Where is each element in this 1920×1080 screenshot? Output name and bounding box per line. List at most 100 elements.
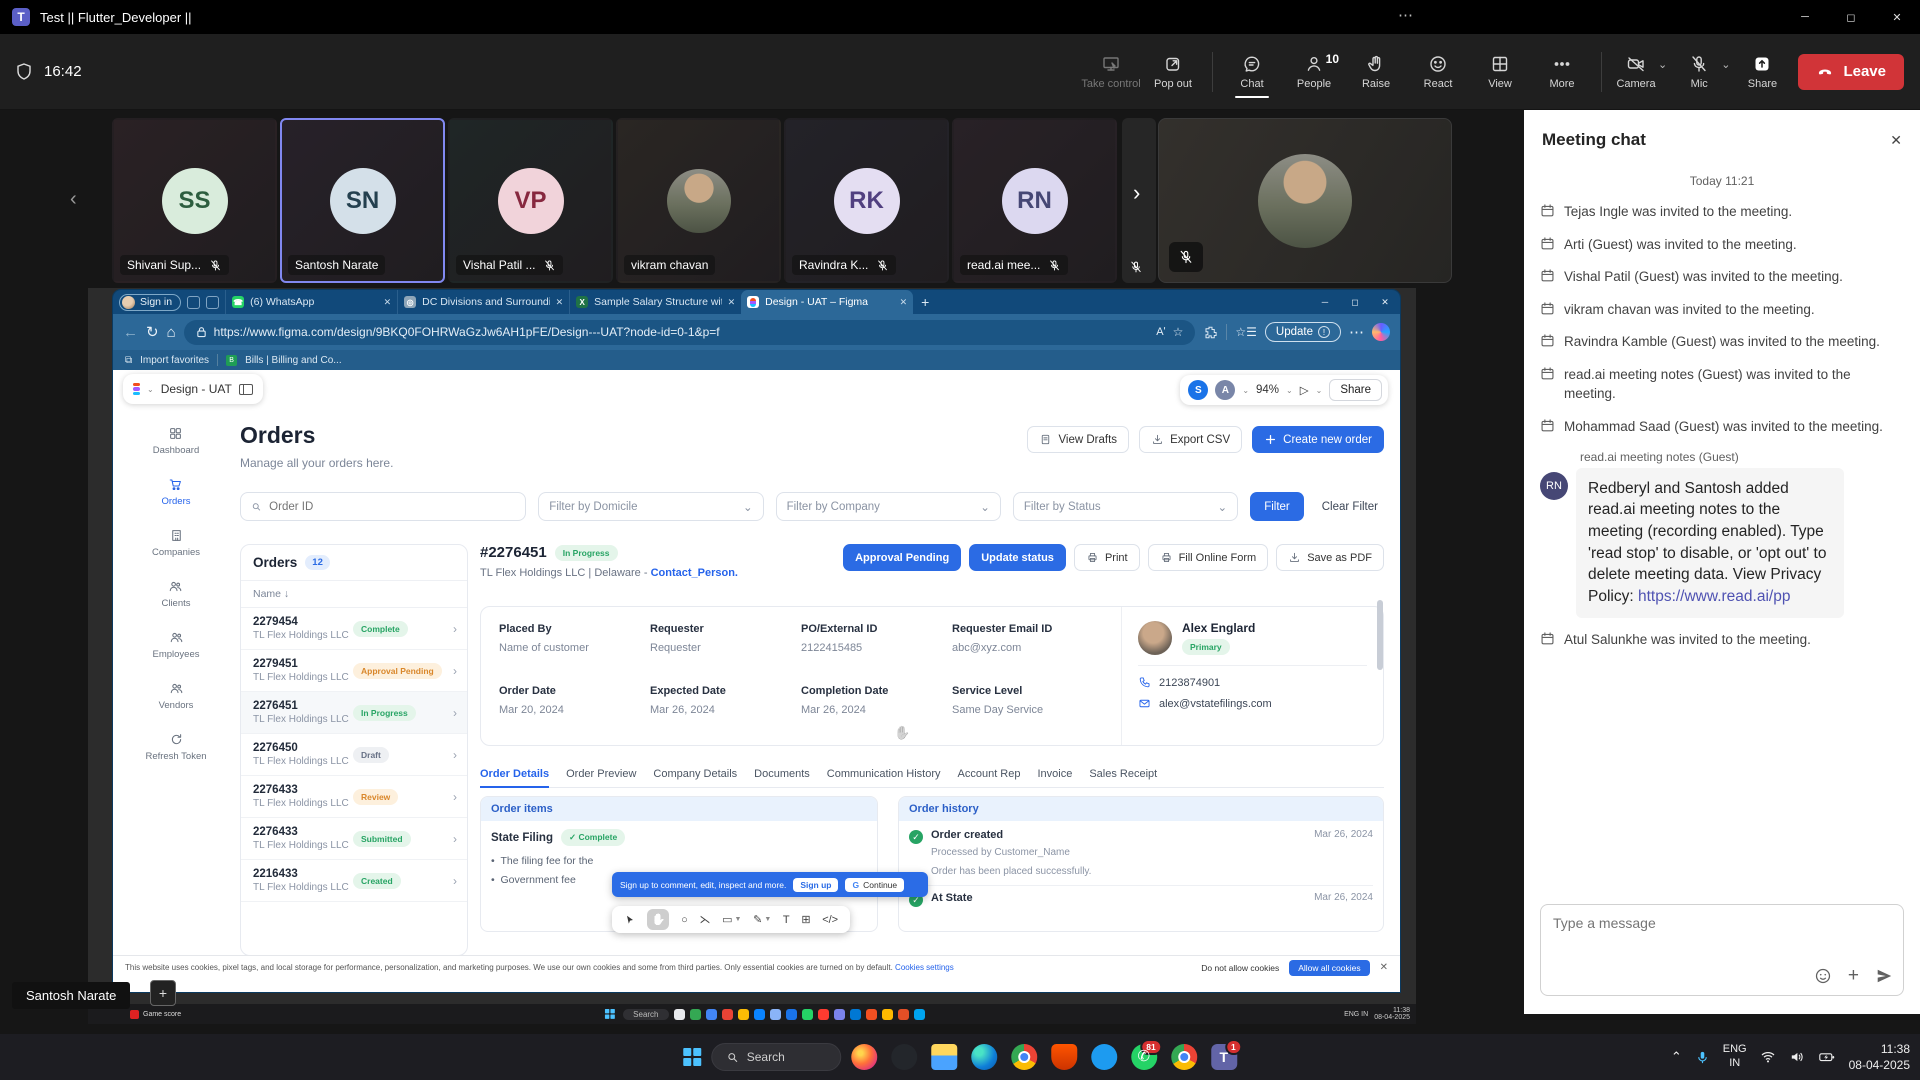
close-button[interactable]: ✕ xyxy=(1874,0,1920,34)
taskbar-icon-github[interactable] xyxy=(891,1044,917,1070)
mic-chevron-icon[interactable]: ⌄ xyxy=(1721,58,1730,71)
contact-phone-row[interactable]: 2123874901 xyxy=(1138,676,1367,689)
bills-bookmark-link[interactable]: Bills | Billing and Co... xyxy=(245,355,342,366)
order-row-2276450[interactable]: 2276450TL Flex Holdings LLC Draft › xyxy=(241,734,467,776)
raise-button[interactable]: Raise xyxy=(1345,48,1407,96)
detail-tab-sales-receipt[interactable]: Sales Receipt xyxy=(1089,768,1157,780)
google-continue-button[interactable]: GContinue xyxy=(845,878,904,892)
tray-mic-icon[interactable] xyxy=(1695,1050,1710,1065)
tray-chevron-icon[interactable]: ⌃ xyxy=(1671,1049,1682,1065)
taskbar-icon-teams[interactable]: 1 xyxy=(1211,1044,1237,1070)
widgets-button[interactable]: Game score xyxy=(130,1010,181,1019)
detail-tab-account-rep[interactable]: Account Rep xyxy=(958,768,1021,780)
filmstrip-next-icon[interactable]: › xyxy=(1133,180,1140,206)
taskbar-search[interactable]: Search xyxy=(711,1043,841,1071)
participant-tile-1[interactable]: SS Shivani Sup... xyxy=(112,118,277,283)
detail-tab-invoice[interactable]: Invoice xyxy=(1037,768,1072,780)
filter-status-select[interactable]: Filter by Status⌄ xyxy=(1013,492,1238,521)
order-row-2276433[interactable]: 2276433TL Flex Holdings LLC Review › xyxy=(241,776,467,818)
taskbar-icon-brave[interactable] xyxy=(1051,1044,1077,1070)
sidebar-item-dashboard[interactable]: Dashboard xyxy=(153,426,199,456)
browser-maximize-button[interactable]: ◻ xyxy=(1340,297,1370,308)
present-chevron-icon[interactable]: ⌄ xyxy=(1316,386,1323,395)
share-screen-button[interactable]: Share xyxy=(1736,48,1788,96)
read-aloud-icon[interactable]: Aʹ xyxy=(1156,326,1165,338)
collaborator-avatar-a[interactable]: A xyxy=(1215,380,1235,400)
tab-close-icon[interactable]: ✕ xyxy=(556,297,564,308)
layout-panel-icon[interactable] xyxy=(239,384,253,395)
save-as-pdf-button[interactable]: Save as PDF xyxy=(1276,544,1384,571)
browser-tab-3[interactable]: XSample Salary Structure with calc✕ xyxy=(569,290,741,314)
attach-plus-icon[interactable]: + xyxy=(1848,965,1859,987)
participant-tile-3[interactable]: VP Vishal Patil ... xyxy=(448,118,613,283)
collaborators-chevron-icon[interactable]: ⌄ xyxy=(1242,386,1249,395)
participant-tile-4[interactable]: vikram chavan xyxy=(616,118,781,283)
hand-tool-icon[interactable]: ✋ xyxy=(647,909,669,930)
move-tool-icon[interactable] xyxy=(624,914,636,926)
send-icon[interactable] xyxy=(1875,967,1893,985)
participant-tile-2[interactable]: SN Santosh Narate xyxy=(280,118,445,283)
home-icon[interactable]: ⌂ xyxy=(167,324,176,341)
camera-button[interactable]: Camera xyxy=(1610,48,1662,96)
favorites-list-icon[interactable]: ☆☰ xyxy=(1235,325,1257,339)
filter-domicile-select[interactable]: Filter by Domicile⌄ xyxy=(538,492,763,521)
presenter-expand-chip[interactable]: + xyxy=(150,980,176,1006)
sidebar-item-orders[interactable]: Orders xyxy=(161,477,190,507)
text-tool-icon[interactable]: T xyxy=(783,914,790,926)
participant-tile-6[interactable]: RN read.ai mee... xyxy=(952,118,1117,283)
new-tab-button[interactable]: + xyxy=(921,294,929,310)
sidebar-item-clients[interactable]: Clients xyxy=(161,579,190,609)
privacy-policy-link[interactable]: https://www.read.ai/pp xyxy=(1638,588,1791,605)
figma-doc-title[interactable]: Design - UAT xyxy=(161,382,232,396)
workspaces-icon[interactable] xyxy=(206,296,219,309)
tab-close-icon[interactable]: ✕ xyxy=(900,297,908,308)
collaborator-avatar-s[interactable]: S xyxy=(1188,380,1208,400)
cookie-settings-link[interactable]: Cookies settings xyxy=(895,963,954,972)
detail-tab-order-preview[interactable]: Order Preview xyxy=(566,768,636,780)
browser-tab-2[interactable]: ◎DC Divisions and Surroundings✕ xyxy=(397,290,569,314)
deny-cookies-button[interactable]: Do not allow cookies xyxy=(1201,963,1279,973)
comment-tool-icon[interactable]: ○ xyxy=(681,914,688,926)
volume-icon[interactable] xyxy=(1789,1049,1805,1065)
sidebar-item-companies[interactable]: Companies xyxy=(152,528,200,558)
taskbar-icon-chrome-2[interactable] xyxy=(1171,1044,1197,1070)
order-row-2276451[interactable]: 2276451TL Flex Holdings LLC In Progress … xyxy=(241,692,467,734)
spotlight-tile[interactable] xyxy=(1158,118,1452,283)
browser-tab-4[interactable]: Design - UAT – Figma✕ xyxy=(741,290,913,314)
taskbar-icon-twitter[interactable] xyxy=(1091,1044,1117,1070)
shape-tool-icon[interactable]: ▭▼ xyxy=(722,913,741,926)
participant-tile-5[interactable]: RK Ravindra K... xyxy=(784,118,949,283)
cookie-close-icon[interactable]: ✕ xyxy=(1380,962,1388,973)
taskbar-icon-firefox[interactable] xyxy=(851,1044,877,1070)
allow-cookies-button[interactable]: Allow all cookies xyxy=(1289,960,1369,976)
frame-tool-icon[interactable]: ⋋ xyxy=(699,913,710,926)
wifi-icon[interactable] xyxy=(1760,1049,1776,1065)
maximize-button[interactable]: ◻ xyxy=(1828,0,1874,34)
view-drafts-button[interactable]: View Drafts xyxy=(1027,426,1129,453)
taskbar-icon-edge[interactable] xyxy=(971,1044,997,1070)
react-button[interactable]: React xyxy=(1407,48,1469,96)
fill-online-form-button[interactable]: Fill Online Form xyxy=(1148,544,1269,571)
copilot-icon[interactable] xyxy=(1372,323,1390,341)
sidebar-item-vendors[interactable]: Vendors xyxy=(159,681,194,711)
export-csv-button[interactable]: Export CSV xyxy=(1139,426,1242,453)
refresh-icon[interactable]: ↻ xyxy=(146,323,159,341)
filter-company-select[interactable]: Filter by Company⌄ xyxy=(776,492,1001,521)
order-row-2279451[interactable]: 2279451TL Flex Holdings LLC Approval Pen… xyxy=(241,650,467,692)
detail-tab-company-details[interactable]: Company Details xyxy=(653,768,737,780)
chat-input-box[interactable]: + xyxy=(1540,904,1904,996)
sidebar-item-employees[interactable]: Employees xyxy=(153,630,200,660)
browser-close-button[interactable]: ✕ xyxy=(1370,297,1400,308)
more-button[interactable]: More xyxy=(1531,48,1593,96)
order-id-search[interactable] xyxy=(240,492,526,521)
taskbar-icon-chrome[interactable] xyxy=(1011,1044,1037,1070)
pen-tool-icon[interactable]: ✎▼ xyxy=(753,913,771,926)
figma-menu-chevron-icon[interactable]: ⌄ xyxy=(147,385,154,394)
view-button[interactable]: View xyxy=(1469,48,1531,96)
camera-chevron-icon[interactable]: ⌄ xyxy=(1658,58,1667,71)
figma-logo-icon[interactable] xyxy=(133,383,140,396)
chat-message-input[interactable] xyxy=(1553,915,1879,931)
taskbar-icon-explorer[interactable] xyxy=(931,1044,957,1070)
resources-tool-icon[interactable]: ⊞ xyxy=(801,913,810,926)
orders-name-column[interactable]: Name ↓ xyxy=(241,581,467,608)
